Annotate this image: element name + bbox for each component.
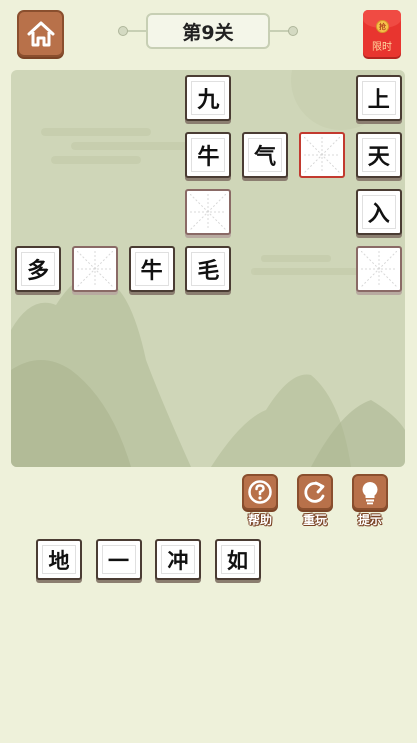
refresh-icon [304, 481, 325, 503]
board-cell-多[interactable]: 多 [15, 246, 61, 292]
level-banner: 第9关 [118, 13, 298, 49]
level-title: 第9关 [146, 13, 270, 49]
board-cell-毛[interactable]: 毛 [185, 246, 232, 292]
home-icon [27, 21, 54, 46]
board-cell-气[interactable]: 气 [242, 132, 289, 178]
lightbulb-icon [362, 482, 378, 505]
red-packet-label: 限时 [372, 42, 392, 53]
hint-label: 提示 [357, 513, 382, 527]
cell-char: 毛 [197, 259, 220, 284]
candidate-char: 地 [48, 548, 70, 573]
cell-char: 牛 [197, 145, 220, 170]
cell-char: 多 [26, 259, 49, 284]
red-packet-button[interactable]: 抢 限时 [363, 10, 401, 57]
home-button[interactable] [17, 10, 64, 57]
hint-button[interactable]: 提示 [350, 474, 390, 528]
candidate-tile-冲[interactable]: 冲 [155, 539, 201, 580]
candidate-tile-地[interactable]: 地 [36, 539, 82, 580]
cell-char: 牛 [140, 259, 163, 284]
board-cell-九[interactable]: 九 [185, 75, 232, 121]
candidate-tile-一[interactable]: 一 [95, 539, 142, 580]
scroll-knob-left [118, 26, 128, 36]
candidate-tile-如[interactable]: 如 [214, 539, 261, 580]
replay-label: 重玩 [302, 513, 327, 527]
help-label: 帮助 [247, 513, 272, 527]
help-button[interactable]: 帮助 [240, 474, 280, 528]
candidate-char: 如 [227, 548, 248, 573]
board-cell-blank[interactable] [185, 189, 232, 235]
board-cell-入[interactable]: 入 [355, 189, 402, 235]
board-cell-牛[interactable]: 牛 [185, 132, 232, 178]
cell-char: 上 [367, 88, 390, 113]
board-cell-上[interactable]: 上 [355, 75, 402, 121]
board-cell-blank[interactable] [355, 246, 402, 292]
question-icon [248, 480, 272, 504]
replay-button[interactable]: 重玩 [295, 474, 335, 528]
cell-char: 入 [367, 202, 390, 227]
cell-char: 气 [254, 145, 277, 170]
board-cell-天[interactable]: 天 [355, 132, 402, 178]
cell-char: 天 [367, 145, 390, 170]
scroll-knob-right [288, 26, 298, 36]
board-cell-牛[interactable]: 牛 [128, 246, 175, 292]
cell-char: 九 [197, 88, 220, 113]
candidate-char: 冲 [167, 548, 189, 573]
board-cell-blank[interactable] [299, 132, 345, 178]
candidate-char: 一 [108, 548, 129, 573]
board-cell-blank[interactable] [71, 246, 118, 292]
red-packet-coin-icon: 抢 [376, 20, 389, 33]
